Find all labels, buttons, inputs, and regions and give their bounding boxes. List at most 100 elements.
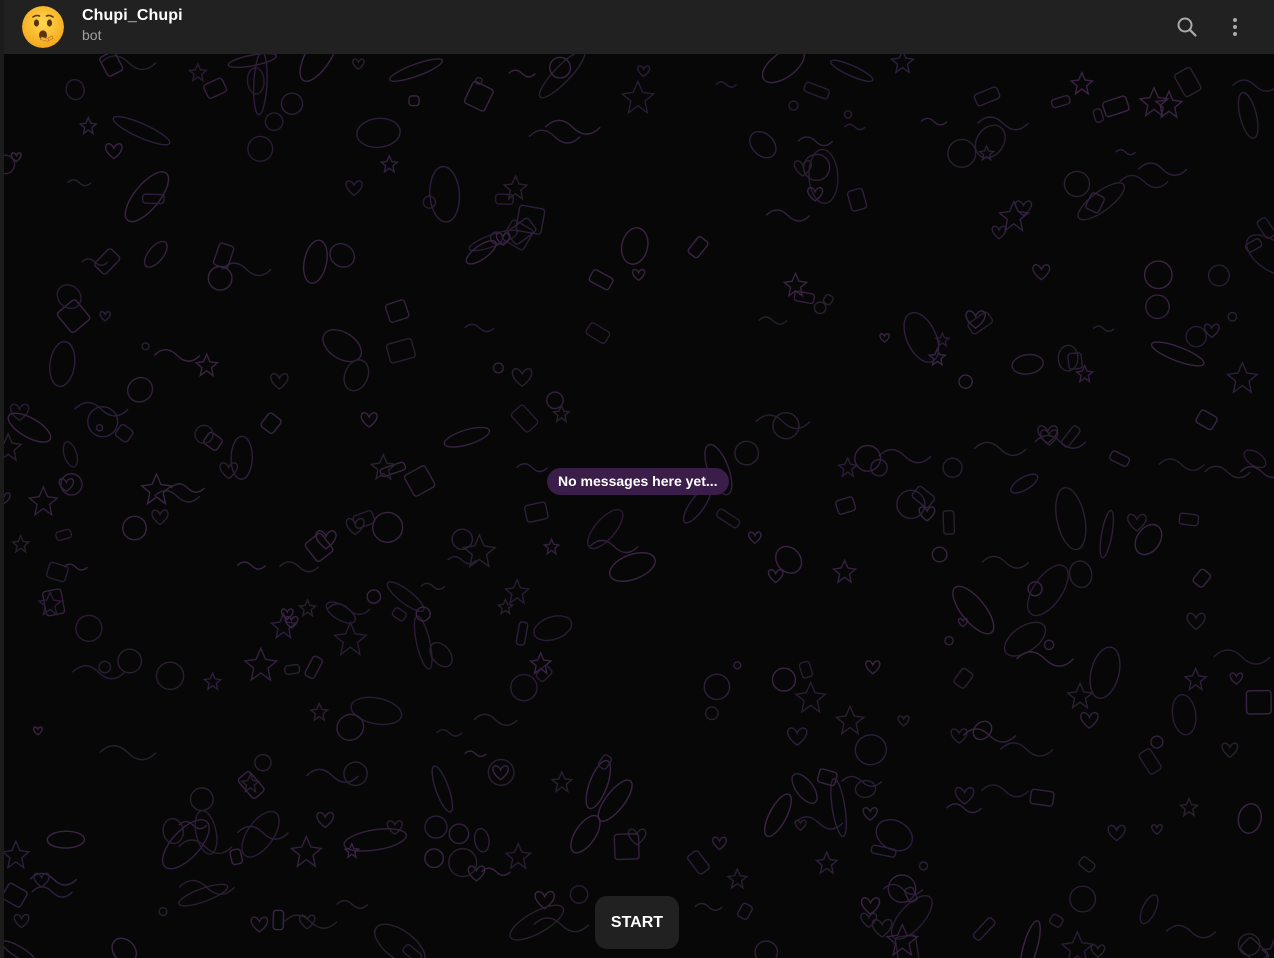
doodle-shape [487,758,515,786]
doodle-shape [944,635,954,646]
doodle-shape [194,809,218,855]
doodle-shape [464,750,487,758]
doodle-shape [305,768,359,784]
doodle-shape [403,465,436,497]
doodle-shape [570,814,601,854]
doodle-shape [384,299,410,323]
doodle-shape [413,615,433,670]
doodle-shape [854,779,877,799]
doodle-shape [687,236,709,259]
doodle-shape [687,850,710,875]
doodle-shape [1085,192,1105,214]
doodle-shape [316,811,335,829]
doodle-shape [945,803,982,814]
start-button[interactable]: START [595,896,679,949]
doodle-shape [283,663,301,676]
doodle-shape [212,242,235,269]
doodle-shape [973,441,1027,457]
doodle-shape [420,582,446,590]
doodle-shape [49,340,76,388]
doodle-shape [704,706,719,721]
doodle-shape [60,473,83,496]
doodle-shape [4,492,11,505]
doodle-shape [1069,885,1097,913]
doodle-shape [503,577,531,605]
doodle-shape [510,404,539,433]
more-options-button[interactable] [1218,10,1252,44]
chat-title[interactable]: Chupi_Chupi [82,7,183,25]
doodle-shape [1237,91,1259,139]
doodle-shape [241,810,280,858]
doodle-shape [569,885,589,904]
doodle-shape [585,322,611,344]
doodle-shape [754,940,779,958]
doodle-shape [1090,944,1106,958]
hushed-face-emoji-icon [22,6,64,48]
doodle-shape [1207,264,1230,287]
doodle-shape [550,770,574,794]
doodle-shape [897,715,910,727]
doodle-shape [942,509,956,535]
doodle-shape [918,861,929,871]
doodle-shape [504,841,533,870]
doodle-shape [807,187,824,202]
doodle-shape [95,423,104,432]
doodle-shape [1178,796,1200,818]
doodle-shape [871,918,893,938]
doodle-shape [726,867,749,890]
doodle-shape [298,914,316,930]
doodle-shape [535,665,553,682]
doodle-shape [1245,689,1272,715]
doodle-shape [865,660,881,675]
doodle-shape [297,597,318,618]
doodle-shape [158,906,168,917]
doodle-shape [386,581,425,613]
doodle-shape [111,937,138,958]
doodle-shape [1134,523,1163,556]
doodle-shape [1003,621,1047,657]
doodle-shape [771,667,797,692]
doodle-shape [374,923,426,958]
doodle-shape [424,848,445,869]
doodle-shape [952,585,995,635]
doodle-shape [991,225,1007,240]
doodle-shape [170,483,205,493]
doodle-shape [1195,409,1218,431]
avatar[interactable] [22,6,64,48]
doodle-shape [270,373,289,390]
doodle-shape [589,539,639,554]
telegram-chat-window: Chupi_Chupi bot No messages here yet... … [0,0,1274,958]
doodle-shape [1055,486,1087,551]
doodle-shape [1107,824,1126,842]
doodle-shape [831,558,858,584]
doodle-shape [747,531,762,545]
doodle-shape [55,528,73,542]
doodle-shape [953,667,974,689]
doodle-shape [533,615,573,642]
doodle-shape [264,112,284,132]
doodle-shape [278,561,320,573]
doodle-shape [350,696,403,726]
doodle-shape [67,179,92,187]
doodle-shape [1139,894,1159,925]
doodle-shape [189,787,214,812]
doodle-shape [13,913,30,929]
doodle-shape [219,462,239,480]
doodle-shape [117,648,143,674]
search-button[interactable] [1170,10,1204,44]
doodle-shape [862,807,878,822]
doodle-shape [9,403,30,422]
doodle-shape [931,546,948,563]
doodle-shape [1080,712,1099,729]
doodle-shape [1225,360,1259,394]
doodle-shape [243,646,279,682]
doodle-shape [207,265,233,291]
doodle-shape [352,58,365,71]
chat-message-area[interactable]: No messages here yet... START [4,54,1274,958]
doodle-shape [1050,95,1071,109]
doodle-shape [1229,672,1244,685]
doodle-shape [1143,260,1173,290]
doodle-shape [870,458,888,477]
doodle-shape [1014,200,1033,217]
doodle-shape [1137,162,1188,176]
